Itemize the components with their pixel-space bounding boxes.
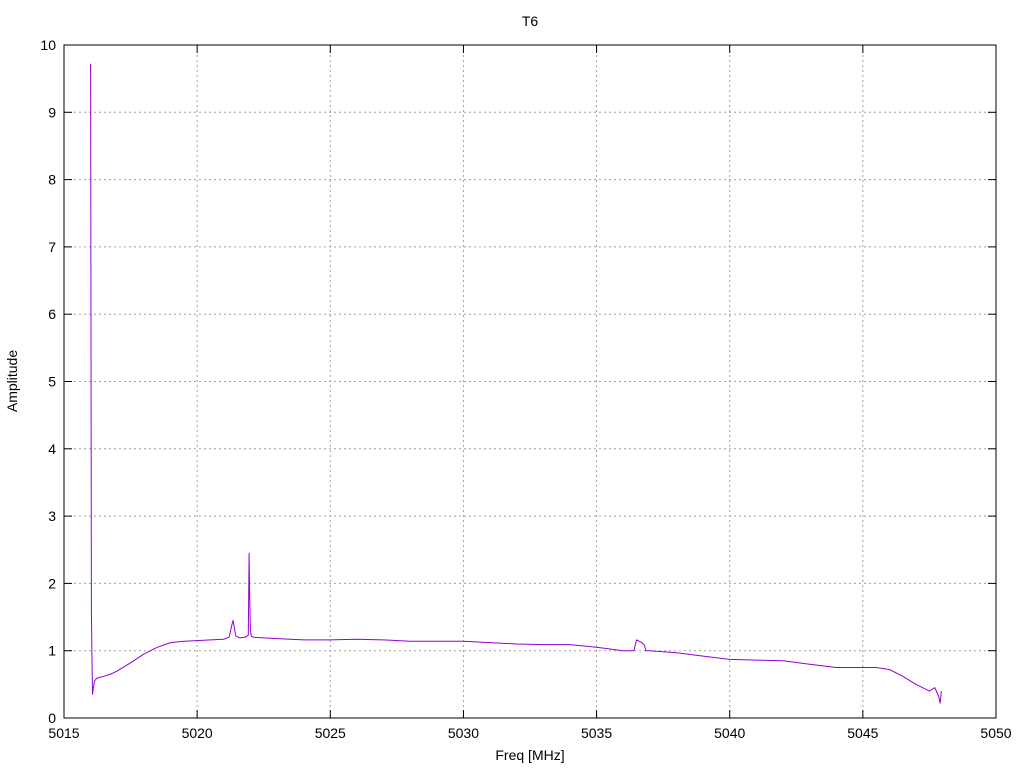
y-axis-title: Amplitude bbox=[4, 350, 20, 412]
x-tick-label: 5015 bbox=[48, 725, 79, 741]
x-tick-label: 5050 bbox=[980, 725, 1011, 741]
chart-title: T6 bbox=[522, 13, 539, 29]
x-tick-label: 5020 bbox=[182, 725, 213, 741]
x-tick-label: 5030 bbox=[448, 725, 479, 741]
x-axis-title: Freq [MHz] bbox=[495, 747, 564, 763]
chart: 5015 5020 5025 5030 5035 5040 5045 5050 0 1 2 3 4 5 6 7… bbox=[0, 0, 1024, 768]
y-tick-label: 1 bbox=[48, 643, 56, 659]
y-tick-label: 5 bbox=[48, 374, 56, 390]
x-tick-label: 5035 bbox=[581, 725, 612, 741]
y-tick-label: 9 bbox=[48, 104, 56, 120]
x-tick-label: 5040 bbox=[714, 725, 745, 741]
y-tick-label: 3 bbox=[48, 508, 56, 524]
y-tick-label: 8 bbox=[48, 172, 56, 188]
chart-background bbox=[0, 0, 1024, 768]
y-tick-label: 10 bbox=[40, 37, 56, 53]
y-tick-label: 6 bbox=[48, 306, 56, 322]
y-tick-label: 4 bbox=[48, 441, 56, 457]
y-tick-label: 7 bbox=[48, 239, 56, 255]
x-tick-label: 5045 bbox=[847, 725, 878, 741]
y-tick-label: 0 bbox=[48, 710, 56, 726]
x-tick-label: 5025 bbox=[315, 725, 346, 741]
y-tick-label: 2 bbox=[48, 575, 56, 591]
